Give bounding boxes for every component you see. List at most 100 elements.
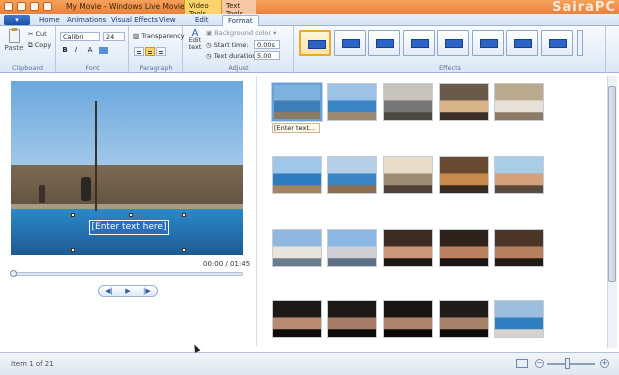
next-frame-icon[interactable]: |▶	[143, 287, 151, 295]
effect-preset-icon	[308, 40, 326, 49]
caption-handle[interactable]	[71, 248, 75, 252]
effect-preset[interactable]	[333, 30, 366, 56]
app-menu-button[interactable]: ▾	[4, 15, 30, 25]
storyboard-thumbnail[interactable]	[327, 229, 377, 267]
storyboard-thumbnail[interactable]	[327, 83, 377, 121]
clipboard-group: Paste ✂ Cut ⧉ Copy Clipboard	[0, 26, 56, 73]
storyboard-caption[interactable]: [Enter text...	[272, 123, 320, 133]
caption-handle[interactable]	[182, 248, 186, 252]
storyboard-thumbnail[interactable]	[327, 300, 377, 338]
storyboard-thumbnail[interactable]	[383, 229, 433, 267]
cut-label: Cut	[35, 30, 47, 38]
undo-icon[interactable]	[17, 2, 26, 11]
effect-preset-icon	[548, 39, 567, 48]
effect-preset-icon	[445, 39, 463, 48]
zoom-out-icon[interactable]: −	[535, 359, 544, 368]
align-center-button[interactable]	[145, 47, 155, 56]
save-icon[interactable]	[4, 2, 13, 11]
tab-view[interactable]: View	[154, 15, 181, 26]
tab-animations[interactable]: Animations	[62, 15, 111, 26]
effect-preset[interactable]	[299, 30, 331, 56]
caption-handle[interactable]	[182, 213, 186, 217]
align-left-button[interactable]	[134, 47, 144, 56]
effect-preset[interactable]	[402, 30, 435, 56]
transparency-button[interactable]: ▨ Transparency	[133, 32, 185, 40]
storyboard-thumbnail[interactable]	[272, 83, 322, 121]
storyboard-thumbnail[interactable]	[272, 300, 322, 338]
storyboard-thumbnail[interactable]	[327, 156, 377, 194]
start-time-label: ◷ Start time:	[206, 41, 249, 49]
storyboard-thumbnail[interactable]	[494, 83, 544, 121]
edit-text-button[interactable]: A Edit text	[187, 29, 203, 51]
storyboard-thumbnail[interactable]	[439, 229, 489, 267]
font-size-select[interactable]: 24	[103, 32, 125, 41]
storyboard-thumbnail[interactable]	[383, 300, 433, 338]
video-preview[interactable]: [Enter text here]	[11, 81, 243, 255]
effect-preset-icon	[341, 39, 360, 48]
play-icon[interactable]: ▶	[125, 287, 130, 295]
effect-preset[interactable]	[471, 30, 504, 56]
cut-button[interactable]: ✂ Cut	[28, 30, 47, 38]
effect-preset[interactable]	[506, 30, 538, 56]
background-color-button[interactable]: ▣ Background color ▾	[206, 29, 276, 37]
text-duration-input[interactable]: 5.00	[254, 51, 280, 60]
background-color-label: Background color	[214, 29, 272, 37]
font-color-icon[interactable]	[99, 47, 108, 54]
monitor-icon[interactable]	[516, 359, 528, 368]
caption-handle[interactable]	[129, 213, 133, 217]
storyboard-thumbnail[interactable]	[383, 156, 433, 194]
font-group: Calibri 24 B I A Font	[57, 26, 129, 73]
storyboard-thumbnail[interactable]	[439, 300, 489, 338]
zoom-slider-knob[interactable]	[565, 358, 570, 369]
qat-dropdown-icon[interactable]	[43, 2, 52, 11]
text-duration-text: Text duration:	[213, 52, 259, 60]
preview-caption[interactable]: [Enter text here]	[89, 220, 169, 235]
seek-knob[interactable]	[10, 270, 17, 277]
effect-preset[interactable]	[437, 30, 469, 56]
tab-home[interactable]: Home	[34, 15, 65, 26]
zoom-in-icon[interactable]: +	[600, 359, 609, 368]
bold-button[interactable]: B	[60, 46, 70, 55]
tab-edit[interactable]: Edit	[190, 15, 214, 26]
grow-font-button[interactable]: A	[85, 46, 95, 55]
storyboard-thumbnail[interactable]	[439, 83, 489, 121]
seek-bar[interactable]	[11, 272, 243, 276]
storyboard-thumbnail[interactable]	[383, 83, 433, 121]
storyboard-thumbnail[interactable]	[494, 156, 544, 194]
font-family-select[interactable]: Calibri	[60, 32, 100, 41]
effect-preset-icon	[376, 39, 394, 48]
storyboard-scroll-thumb[interactable]	[608, 86, 616, 282]
zoom-slider[interactable]	[547, 363, 595, 365]
italic-button[interactable]: I	[71, 46, 81, 55]
effects-group-label: Effects	[438, 64, 462, 72]
pane-divider[interactable]	[256, 76, 257, 346]
paste-button[interactable]: Paste	[4, 28, 24, 58]
storyboard-thumbnail[interactable]	[272, 156, 322, 194]
storyboard-thumbnail[interactable]	[494, 229, 544, 267]
effect-preset[interactable]	[368, 30, 400, 56]
effects-gallery-scroll[interactable]	[577, 30, 583, 56]
storyboard-thumbnail[interactable]	[439, 156, 489, 194]
tab-format[interactable]: Format	[222, 15, 259, 26]
caption-handle[interactable]	[71, 213, 75, 217]
paragraph-group: ▨ Transparency Paragraph	[130, 26, 185, 73]
align-right-button[interactable]	[156, 47, 166, 56]
edit-text-label: Edit text	[188, 36, 202, 51]
ribbon-tab-row: ▾ Home Animations Visual Effects View Ed…	[0, 14, 619, 26]
preview-sky	[11, 81, 243, 176]
copy-button[interactable]: ⧉ Copy	[28, 41, 51, 50]
storyboard-thumbnail[interactable]	[272, 229, 322, 267]
redo-icon[interactable]	[30, 2, 39, 11]
playback-controls: ◀| ▶ |▶	[98, 285, 158, 297]
start-time-input[interactable]: 0.00s	[254, 40, 280, 49]
storyboard-thumbnail[interactable]	[494, 300, 544, 338]
effects-group: Effects	[295, 26, 606, 73]
timecode: 00:00 / 01:45	[203, 260, 251, 268]
font-group-label: Font	[85, 64, 100, 72]
previous-frame-icon[interactable]: ◀|	[105, 287, 113, 295]
effect-preset-icon	[410, 39, 429, 48]
effect-preset[interactable]	[540, 30, 573, 56]
paragraph-group-label: Paragraph	[139, 64, 173, 72]
copy-label: Copy	[34, 41, 52, 49]
transparency-label: Transparency	[141, 32, 185, 40]
